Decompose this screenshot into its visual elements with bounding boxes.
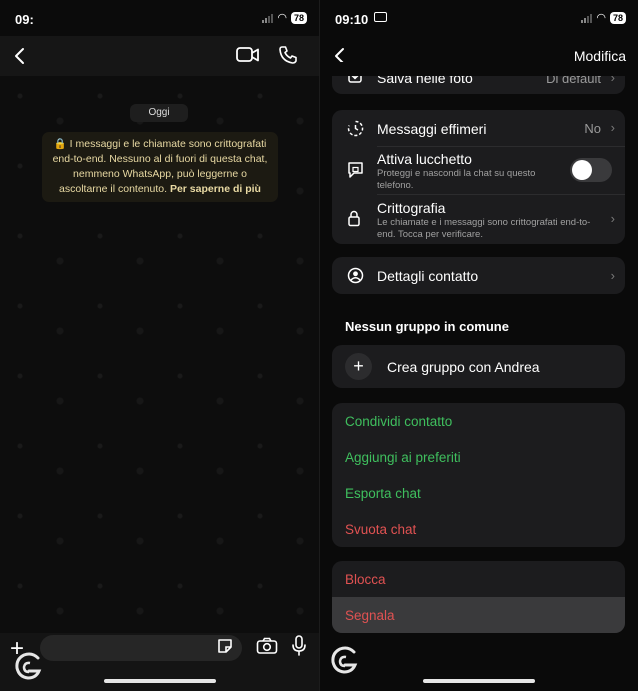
chat-lock-label: Attiva lucchetto	[377, 151, 472, 167]
contact-icon	[347, 267, 364, 284]
signal-icon	[262, 13, 274, 23]
block-row[interactable]: Blocca	[332, 561, 625, 597]
screen-icon	[374, 12, 387, 22]
create-group-label: Crea gruppo con Andrea	[387, 359, 540, 375]
status-bar: 09:10 ◠ 78	[320, 0, 638, 36]
export-chat-button[interactable]: Esporta chat	[345, 486, 421, 501]
microphone-icon[interactable]	[291, 635, 307, 657]
sticker-icon[interactable]	[216, 637, 234, 655]
disappearing-messages-label: Messaggi effimeri	[377, 121, 487, 137]
encryption-label: Crittografia	[377, 200, 446, 216]
camera-icon[interactable]	[256, 637, 278, 655]
back-chevron-icon[interactable]	[6, 42, 34, 70]
chat-lock-row: Attiva lucchetto Proteggi e nascondi la …	[332, 147, 625, 194]
plus-icon: +	[345, 353, 372, 380]
chat-area: Oggi 🔒 I messaggi e le chiamate sono cri…	[0, 76, 319, 639]
chevron-right-icon: ›	[610, 268, 615, 283]
chat-actions-card: Condividi contatto Aggiungi ai preferiti…	[332, 403, 625, 547]
chat-lock-toggle[interactable]	[570, 158, 612, 182]
date-chip: Oggi	[130, 104, 188, 122]
wifi-icon: ◠	[596, 12, 606, 24]
encryption-subtitle: Le chiamate e i messaggi sono crittograf…	[377, 217, 591, 240]
timer-icon	[347, 120, 364, 137]
phone-call-icon[interactable]	[278, 45, 298, 65]
home-indicator[interactable]	[423, 679, 535, 683]
encryption-row[interactable]: Crittografia Le chiamate e i messaggi so…	[332, 195, 625, 244]
message-input[interactable]	[40, 635, 242, 661]
encryption-notice[interactable]: 🔒 I messaggi e le chiamate sono crittogr…	[42, 132, 278, 202]
chat-screen: 09: ◠ 78 Oggi 🔒 I messaggi e le chiamate…	[0, 0, 319, 691]
brand-logo-icon	[331, 646, 358, 674]
status-time: 09:10	[335, 12, 369, 27]
report-row[interactable]: Segnala	[332, 597, 625, 633]
chat-header	[0, 36, 319, 76]
brand-logo-icon	[15, 652, 42, 680]
padlock-icon	[348, 210, 360, 227]
clear-chat-button[interactable]: Svuota chat	[345, 522, 416, 537]
message-input-bar: +	[0, 633, 319, 691]
chat-lock-subtitle: Proteggi e nascondi la chat su questo te…	[377, 168, 536, 191]
groups-section-title: Nessun gruppo in comune	[345, 319, 509, 334]
disappearing-messages-value: No	[584, 121, 601, 136]
chevron-right-icon: ›	[610, 120, 615, 135]
contact-details-row[interactable]: Dettagli contatto ›	[332, 257, 625, 294]
battery-icon: 78	[609, 11, 626, 24]
chat-lock-icon	[348, 162, 363, 178]
chevron-right-icon: ›	[610, 211, 615, 226]
learn-more-link[interactable]: Per saperne di più	[170, 183, 261, 195]
create-group-card: + Crea gruppo con Andrea	[332, 345, 625, 388]
status-bar: 09: ◠ 78	[0, 0, 319, 36]
contact-details-card: Dettagli contatto ›	[332, 257, 625, 294]
add-to-favorites-button[interactable]: Aggiungi ai preferiti	[345, 450, 461, 465]
create-group-row[interactable]: + Crea gruppo con Andrea	[332, 345, 625, 388]
battery-icon: 78	[290, 11, 307, 24]
report-button[interactable]: Segnala	[345, 608, 395, 623]
disappearing-messages-row[interactable]: Messaggi effimeri No ›	[332, 110, 625, 146]
privacy-card: Messaggi effimeri No › Attiva lucchetto …	[332, 110, 625, 244]
home-indicator[interactable]	[103, 679, 216, 683]
block-button[interactable]: Blocca	[345, 572, 386, 587]
lock-icon: 🔒	[53, 138, 67, 150]
video-call-icon[interactable]	[236, 46, 260, 64]
status-time: 09:	[15, 12, 34, 27]
signal-icon	[581, 13, 593, 23]
contact-details-label: Dettagli contatto	[377, 268, 479, 284]
wifi-icon: ◠	[277, 12, 287, 24]
block-report-card: Blocca Segnala	[332, 561, 625, 633]
contact-info-screen: 09:10 ◠ 78 Modifica Salva nelle foto Di …	[320, 0, 638, 691]
share-contact-button[interactable]: Condividi contatto	[345, 414, 452, 429]
